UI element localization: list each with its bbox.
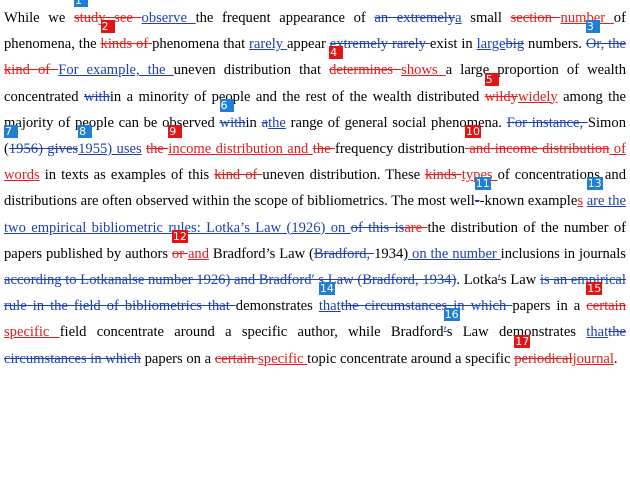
text-run: While we [4,10,74,26]
deletion-blue[interactable]: - [475,193,480,209]
deletion-blue[interactable]: Or, the [586,36,626,52]
text-run: frequency distribution [334,141,465,158]
text-run: papers on a [140,350,215,367]
insertion-red[interactable]: specific [258,351,307,367]
deletion-red[interactable]: certain [215,351,258,367]
insertion-blue[interactable]: 1955) uses [78,141,142,157]
deletion-blue[interactable]: extremely rarely [330,36,430,52]
deletion-blue[interactable]: of this is [351,220,405,236]
deletion-blue[interactable]: big [505,36,524,52]
text-run: uneven distribution. These [262,167,426,184]
deletion-red[interactable]: kind of [214,167,262,183]
deletion-red[interactable]: certain [586,298,626,314]
text-run: in texts as examples of this [39,167,215,184]
insertion-blue[interactable]: that [319,298,341,314]
insertion-blue[interactable]: large [477,36,506,52]
text-run: the frequent appearance of [195,10,375,26]
change-marker-5[interactable]: 5 [484,72,499,86]
deletion-blue[interactable]: according to Lotkanalse number 1926) and… [4,272,456,288]
deletion-red[interactable]: see [114,10,141,26]
text-run: in [245,114,262,131]
insertion-red[interactable]: and [188,246,209,262]
text-run: 1934) [374,245,409,262]
deletion-red[interactable]: are [404,220,427,236]
text-run: demonstrates [235,298,319,315]
text-run: s Law [500,272,540,289]
insertion-blue[interactable]: observe [142,10,196,26]
text-run: topic concentrate around a specific [307,350,515,367]
text-run: numbers. [524,36,586,53]
change-marker-3[interactable]: 3 [585,20,600,34]
text-run: . Lotka [456,272,498,289]
change-marker-10[interactable]: 10 [464,125,481,139]
insertion-red[interactable]: journal [573,351,614,367]
deletion-red[interactable]: kind of [4,62,58,78]
text-run: field concentrate around a specific auth… [59,324,444,341]
insertion-blue[interactable]: a [455,10,461,26]
text-run: . [613,350,618,367]
text-run: phenomena that [152,36,250,53]
change-marker-17[interactable]: 17 [514,334,531,348]
deletion-red[interactable]: or [172,246,188,262]
text-run: Bradford’s Law ( [209,245,314,262]
text-run: in a minority of people and the rest of … [109,88,485,105]
deletion-blue[interactable]: with [84,89,110,105]
text-run: -known example [479,193,578,210]
change-marker-9[interactable]: 9 [168,125,183,139]
insertion-red[interactable]: widely [518,89,558,105]
deletion-red[interactable]: kinds [425,167,462,183]
deletion-red[interactable]: section [511,10,561,26]
deletion-blue[interactable]: the circumstances in which [341,298,513,314]
change-marker-15[interactable]: 15 [586,282,603,296]
text-run: appear [286,36,330,53]
deletion-red[interactable]: determines [329,62,401,78]
insertion-blue[interactable]: For example, the [58,62,173,78]
insertion-blue[interactable]: on the number [408,246,501,262]
deletion-red[interactable]: the [313,141,335,157]
change-marker-4[interactable]: 4 [329,46,344,60]
revision-document: While we 1 study see observe the frequent… [4,0,626,372]
deletion-red[interactable]: the [146,141,168,157]
change-marker-6[interactable]: 6 [219,98,234,112]
change-marker-2[interactable]: 2 [100,20,115,34]
change-marker-14[interactable]: 14 [318,282,335,296]
change-marker-16[interactable]: 16 [443,308,460,322]
deletion-blue[interactable]: Bradford, [314,246,374,262]
change-marker-7[interactable]: 7 [4,125,18,139]
text-run: uneven distribution that [173,62,330,79]
text-run: small [461,10,511,26]
change-marker-8[interactable]: 8 [78,125,93,139]
insertion-red[interactable]: shows [401,62,446,78]
deletion-red[interactable]: and income distribution [465,141,609,157]
insertion-blue[interactable]: that [586,324,608,340]
insertion-red[interactable]: income distribution and [168,141,312,157]
insertion-blue[interactable]: the [268,115,286,131]
insertion-blue[interactable]: rarely [249,36,287,52]
change-marker-13[interactable]: 13 [586,177,603,191]
text-run: inclusions in journals [500,245,626,262]
deletion-blue[interactable]: For instance, [507,115,588,131]
deletion-blue[interactable]: with [220,115,246,131]
deletion-red[interactable]: periodical [514,351,572,367]
deletion-blue[interactable]: an extremely [374,10,455,26]
text-run: Simon [587,114,627,131]
deletion-blue[interactable]: 1956) gives [9,141,78,157]
deletion-red[interactable]: wildy [485,89,518,105]
change-marker-12[interactable]: 12 [171,229,188,243]
deletion-red[interactable]: kinds of [101,36,153,52]
text-run: papers in a [512,298,587,315]
text-run: exist in [429,36,477,53]
change-marker-1[interactable]: 1 [73,0,88,7]
text-run: well [449,193,475,210]
insertion-red[interactable]: specific [4,324,60,340]
change-marker-11[interactable]: 11 [474,177,491,191]
